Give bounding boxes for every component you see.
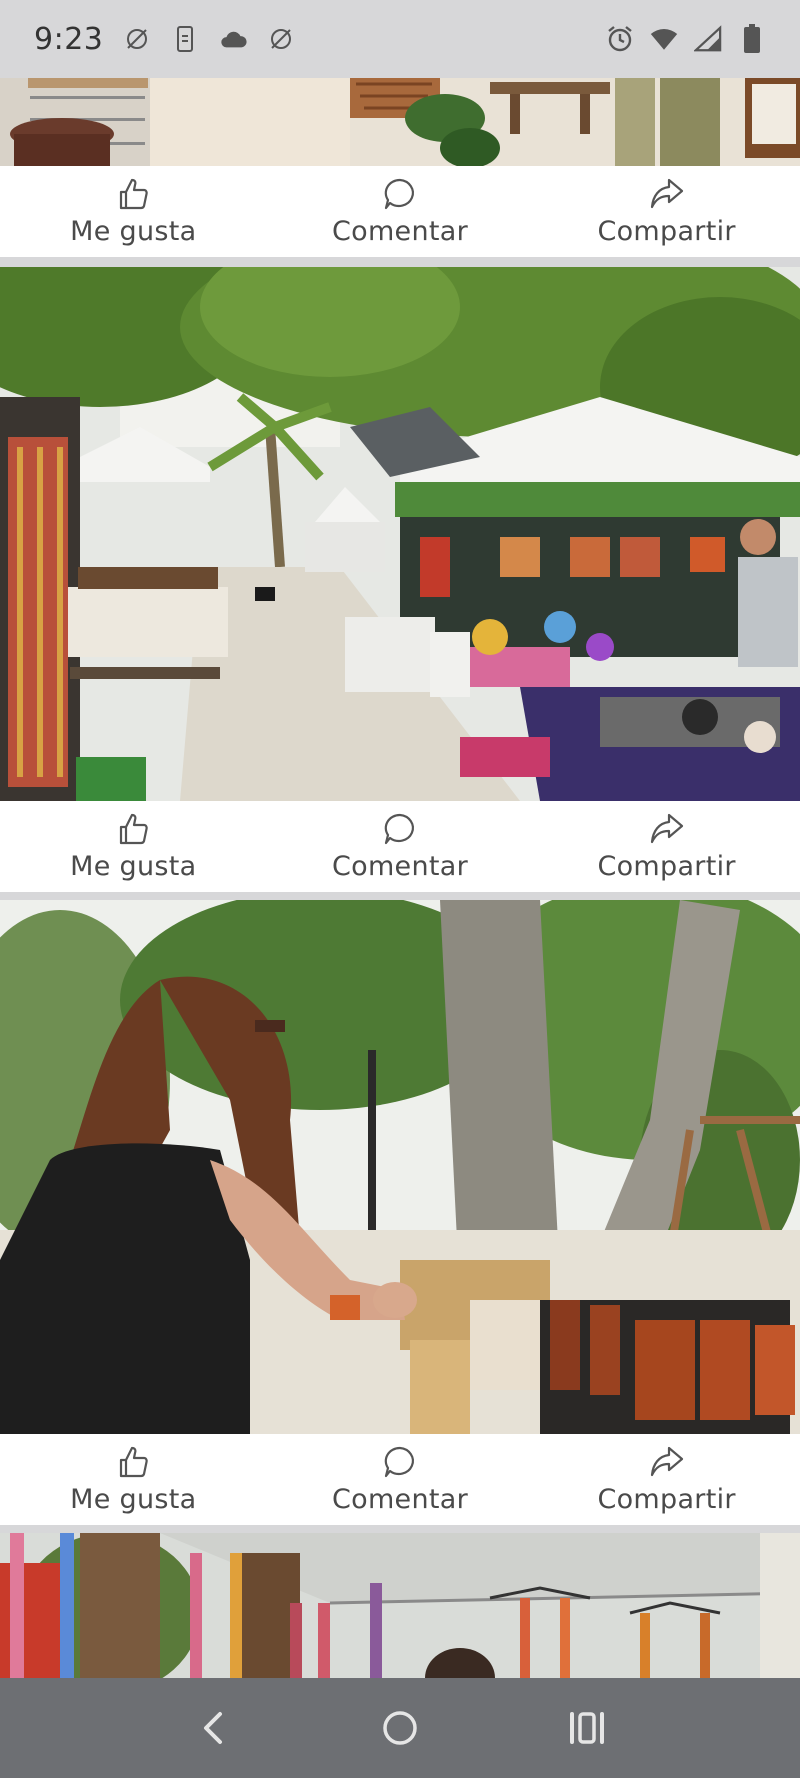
- recents-button[interactable]: [557, 1698, 617, 1758]
- thumbs-up-icon: [120, 178, 149, 210]
- phone-icon: [171, 25, 199, 53]
- thumbs-up-icon: [120, 1446, 149, 1478]
- post-actions: Me gusta Comentar Compartir: [0, 166, 800, 257]
- signal-icon: [694, 25, 722, 53]
- post-image-patio[interactable]: [0, 78, 800, 166]
- status-time: 9:23: [34, 21, 104, 57]
- comment-label: Comentar: [331, 851, 468, 882]
- system-nav-bar: [0, 1678, 800, 1778]
- recents-icon: [569, 1712, 604, 1744]
- like-button[interactable]: Me gusta: [0, 176, 266, 247]
- home-button[interactable]: [370, 1698, 430, 1758]
- like-label: Me gusta: [70, 851, 197, 882]
- comment-button[interactable]: Comentar: [267, 176, 533, 247]
- share-label: Compartir: [597, 1484, 736, 1515]
- comment-icon: [384, 813, 414, 845]
- share-button[interactable]: Compartir: [534, 1444, 800, 1515]
- comment-label: Comentar: [331, 1484, 468, 1515]
- like-button[interactable]: Me gusta: [0, 811, 266, 882]
- comment-icon: [384, 1446, 414, 1478]
- feed[interactable]: Me gusta Comentar Compartir Me gusta Com…: [0, 78, 800, 1678]
- share-icon: [650, 813, 683, 844]
- post-image-woven-straps[interactable]: [0, 1533, 800, 1678]
- status-bar: 9:23: [0, 0, 800, 78]
- wifi-icon: [650, 25, 678, 53]
- thumbs-up-icon: [120, 813, 149, 845]
- home-icon: [383, 1711, 417, 1745]
- like-label: Me gusta: [70, 216, 197, 247]
- no-autorotate-icon: [123, 25, 151, 53]
- share-icon: [650, 1446, 683, 1477]
- post-image-honey-stall[interactable]: [0, 900, 800, 1434]
- post-actions: Me gusta Comentar Compartir: [0, 1434, 800, 1525]
- post-actions: Me gusta Comentar Compartir: [0, 801, 800, 892]
- comment-label: Comentar: [331, 216, 468, 247]
- comment-button[interactable]: Comentar: [267, 1444, 533, 1515]
- like-label: Me gusta: [70, 1484, 197, 1515]
- cloud-icon: [219, 25, 247, 53]
- comment-button[interactable]: Comentar: [267, 811, 533, 882]
- no-autorotate-icon: [267, 25, 295, 53]
- share-label: Compartir: [597, 216, 736, 247]
- battery-icon: [738, 24, 766, 53]
- share-label: Compartir: [597, 851, 736, 882]
- share-icon: [650, 178, 683, 209]
- share-button[interactable]: Compartir: [534, 176, 800, 247]
- share-button[interactable]: Compartir: [534, 811, 800, 882]
- like-button[interactable]: Me gusta: [0, 1444, 266, 1515]
- post-image-market[interactable]: [0, 267, 800, 801]
- comment-icon: [384, 178, 414, 210]
- back-icon: [204, 1712, 223, 1744]
- back-button[interactable]: [183, 1698, 243, 1758]
- alarm-icon: [606, 25, 634, 53]
